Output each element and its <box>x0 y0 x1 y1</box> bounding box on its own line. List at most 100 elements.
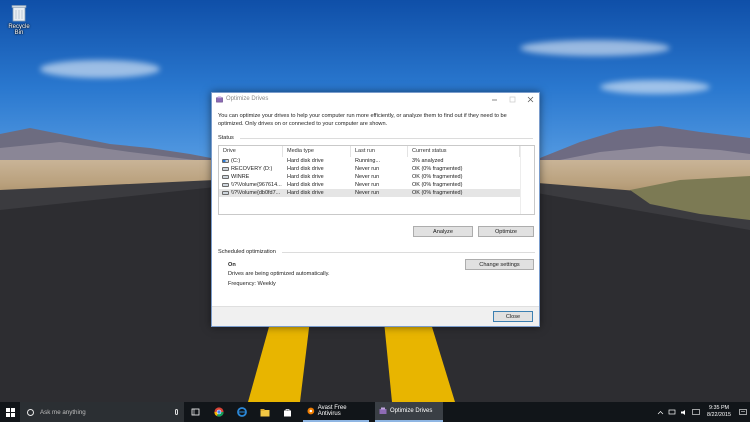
edge-taskbar-button[interactable] <box>230 402 253 422</box>
drive-media-type: Hard disk drive <box>287 158 324 164</box>
minimize-button[interactable] <box>485 93 503 105</box>
avast-icon <box>307 407 315 415</box>
title-bar[interactable]: Optimize Drives <box>212 93 539 105</box>
close-icon <box>527 96 533 102</box>
chrome-icon <box>213 407 224 417</box>
drive-last-run: Never run <box>355 182 380 188</box>
status-group: Status <box>218 135 533 141</box>
drive-name: \\?\Volume{db0fd7... <box>231 190 281 196</box>
search-placeholder: Ask me anything <box>40 408 86 416</box>
clock[interactable]: 9:35 PM 8/22/2015 <box>702 405 736 419</box>
drive-row-selected[interactable]: \\?\Volume{db0fd7... Hard disk drive Nev… <box>219 189 520 197</box>
recycle-bin-shortcut[interactable]: Recycle Bin <box>4 4 34 36</box>
taskbar: Ask me anything Avast Free Antivirus Opt… <box>0 402 750 422</box>
drive-status: OK (0% fragmented) <box>412 174 463 180</box>
scheduled-optimization-label: Scheduled optimization <box>218 249 276 255</box>
schedule-state: On <box>228 262 236 268</box>
optimize-drives-label: Optimize Drives <box>390 408 433 414</box>
drive-last-run: Never run <box>355 166 380 172</box>
drive-last-run: Never run <box>355 174 380 180</box>
network-button[interactable] <box>666 402 678 422</box>
show-hidden-icons-button[interactable] <box>654 402 666 422</box>
keyboard-icon <box>692 409 700 415</box>
maximize-icon <box>509 96 515 102</box>
optimize-drives-app-icon <box>216 95 223 102</box>
edge-icon <box>236 407 247 417</box>
drive-name: WINRE <box>231 174 250 180</box>
drive-icon <box>222 175 229 179</box>
drive-status: OK (0% fragmented) <box>412 182 463 188</box>
drive-row[interactable]: \\?\Volume{967614... Hard disk drive Nev… <box>219 181 534 189</box>
drive-media-type: Hard disk drive <box>287 190 324 196</box>
recycle-bin-label: Recycle Bin <box>8 24 30 36</box>
drive-last-run: Never run <box>355 190 380 196</box>
close-button[interactable]: Close <box>493 311 533 322</box>
optimize-drives-window: Optimize Drives You can optimize your dr… <box>211 92 540 327</box>
task-view-icon <box>191 408 200 416</box>
optimize-button[interactable]: Optimize <box>478 226 534 237</box>
system-tray: 9:35 PM 8/22/2015 <box>654 402 750 422</box>
drives-scrollbar[interactable] <box>520 146 534 214</box>
window-title: Optimize Drives <box>226 96 269 102</box>
drive-icon <box>222 167 229 171</box>
status-label: Status <box>218 135 234 141</box>
task-view-button[interactable] <box>184 402 207 422</box>
store-taskbar-button[interactable] <box>276 402 299 422</box>
maximize-button[interactable] <box>503 93 521 105</box>
cortana-icon <box>27 408 34 416</box>
minimize-icon <box>491 99 497 100</box>
input-button[interactable] <box>690 402 702 422</box>
column-drive[interactable]: Drive <box>219 146 283 157</box>
volume-icon <box>681 409 685 415</box>
scheduled-optimization-group: Scheduled optimization <box>218 249 535 255</box>
file-explorer-taskbar-button[interactable] <box>253 402 276 422</box>
drive-row[interactable]: RECOVERY (D:) Hard disk drive Never run … <box>219 165 534 173</box>
drive-media-type: Hard disk drive <box>287 182 324 188</box>
close-window-button[interactable] <box>521 93 539 105</box>
avast-label: Avast Free Antivirus <box>317 405 347 417</box>
chevron-up-icon <box>657 410 663 414</box>
optimize-drives-taskbar-button[interactable]: Optimize Drives <box>375 402 443 422</box>
window-description: You can optimize your drives to help you… <box>218 113 507 127</box>
drive-status: OK (0% fragmented) <box>412 190 463 196</box>
change-settings-button[interactable]: Change settings <box>465 259 534 270</box>
drive-row[interactable]: WINRE Hard disk drive Never run OK (0% f… <box>219 173 534 181</box>
avast-taskbar-button[interactable]: Avast Free Antivirus <box>303 402 369 422</box>
clock-time: 9:35 PM <box>708 405 730 411</box>
folder-icon <box>260 408 269 416</box>
drive-status: OK (0% fragmented) <box>412 166 463 172</box>
drive-icon <box>222 183 229 187</box>
drive-row[interactable]: (C:) Hard disk drive Running... 3% analy… <box>219 157 534 165</box>
recycle-bin-icon <box>11 4 27 22</box>
column-media-type[interactable]: Media type <box>283 146 351 157</box>
system-drive-icon <box>222 159 229 163</box>
chrome-taskbar-button[interactable] <box>207 402 230 422</box>
column-current-status[interactable]: Current status <box>408 146 520 157</box>
drive-status: 3% analyzed <box>412 158 444 164</box>
drive-last-run: Running... <box>355 158 381 164</box>
action-center-button[interactable] <box>736 402 750 422</box>
window-footer: Close <box>212 306 539 326</box>
drive-name: (C:) <box>231 158 241 164</box>
divider <box>239 137 533 139</box>
volume-button[interactable] <box>678 402 690 422</box>
notification-icon <box>739 408 747 415</box>
drive-media-type: Hard disk drive <box>287 166 324 172</box>
store-icon <box>284 408 291 416</box>
windows-logo-icon <box>5 407 15 417</box>
drives-list[interactable]: Drive Media type Last run Current status… <box>218 145 535 215</box>
drive-name: RECOVERY (D:) <box>231 166 273 172</box>
analyze-button[interactable]: Analyze <box>413 226 473 237</box>
drives-header: Drive Media type Last run Current status <box>219 146 534 157</box>
column-last-run[interactable]: Last run <box>351 146 408 157</box>
drive-name: \\?\Volume{967614... <box>231 182 282 188</box>
clock-date: 8/22/2015 <box>707 412 731 418</box>
optimize-drives-icon <box>379 407 387 414</box>
schedule-frequency: Frequency: Weekly <box>228 281 276 287</box>
microphone-icon[interactable] <box>175 409 178 415</box>
cortana-search-box[interactable]: Ask me anything <box>20 402 184 422</box>
start-button[interactable] <box>0 402 20 422</box>
drive-icon <box>222 191 229 195</box>
divider <box>281 251 535 253</box>
schedule-description: Drives are being optimized automatically… <box>228 271 330 277</box>
